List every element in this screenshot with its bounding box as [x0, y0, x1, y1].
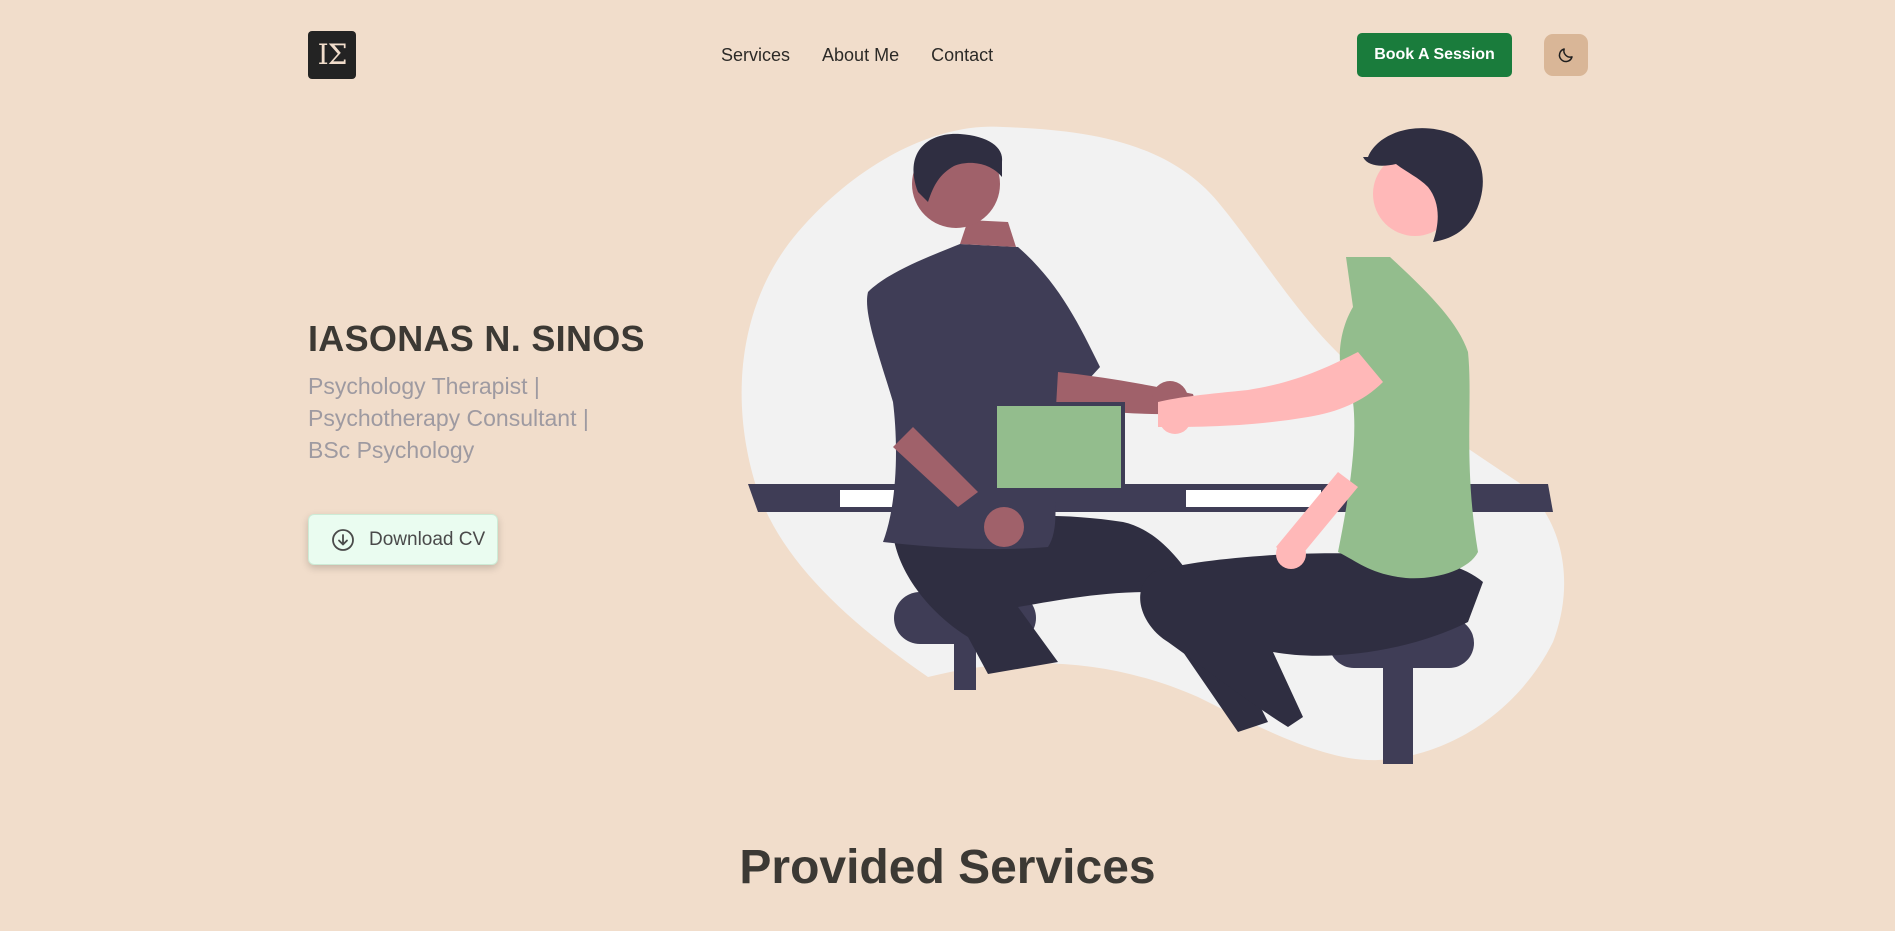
- services-heading: Provided Services: [739, 841, 1156, 894]
- moon-icon: [1558, 48, 1573, 63]
- download-cv-button[interactable]: Download CV: [308, 514, 498, 565]
- site-logo[interactable]: IΣ: [308, 31, 356, 79]
- hero-name: IASONAS N. SINOS: [308, 318, 645, 359]
- desk-paper-right: [1186, 490, 1321, 507]
- main-nav: Services About Me Contact: [721, 45, 1025, 66]
- nav-link-services[interactable]: Services: [721, 45, 790, 66]
- right-person-hand: [1159, 402, 1191, 434]
- right-person-knee-hand: [1276, 539, 1306, 569]
- left-person-elbow-hand: [984, 507, 1024, 547]
- theme-toggle-button[interactable]: [1544, 34, 1588, 76]
- download-cv-label: Download CV: [369, 528, 486, 550]
- hero-subtitle: Psychology Therapist | Psychotherapy Con…: [308, 370, 708, 466]
- nav-link-contact[interactable]: Contact: [931, 45, 993, 66]
- handshake-illustration: [741, 126, 1565, 764]
- site-header: IΣ Services About Me Contact Book A Sess…: [0, 0, 1895, 110]
- subtitle-line: Psychotherapy Consultant |: [308, 405, 589, 431]
- right-person-torso: [1338, 257, 1478, 579]
- laptop-base: [986, 492, 1130, 502]
- nav-link-about-me[interactable]: About Me: [822, 45, 899, 66]
- book-session-button[interactable]: Book A Session: [1357, 33, 1512, 77]
- hero-intro: IASONAS N. SINOS Psychology Therapist | …: [308, 318, 708, 466]
- subtitle-line: Psychology Therapist |: [308, 373, 540, 399]
- subtitle-line: BSc Psychology: [308, 437, 475, 463]
- download-circle-icon: [332, 528, 354, 551]
- laptop-display: [997, 406, 1121, 488]
